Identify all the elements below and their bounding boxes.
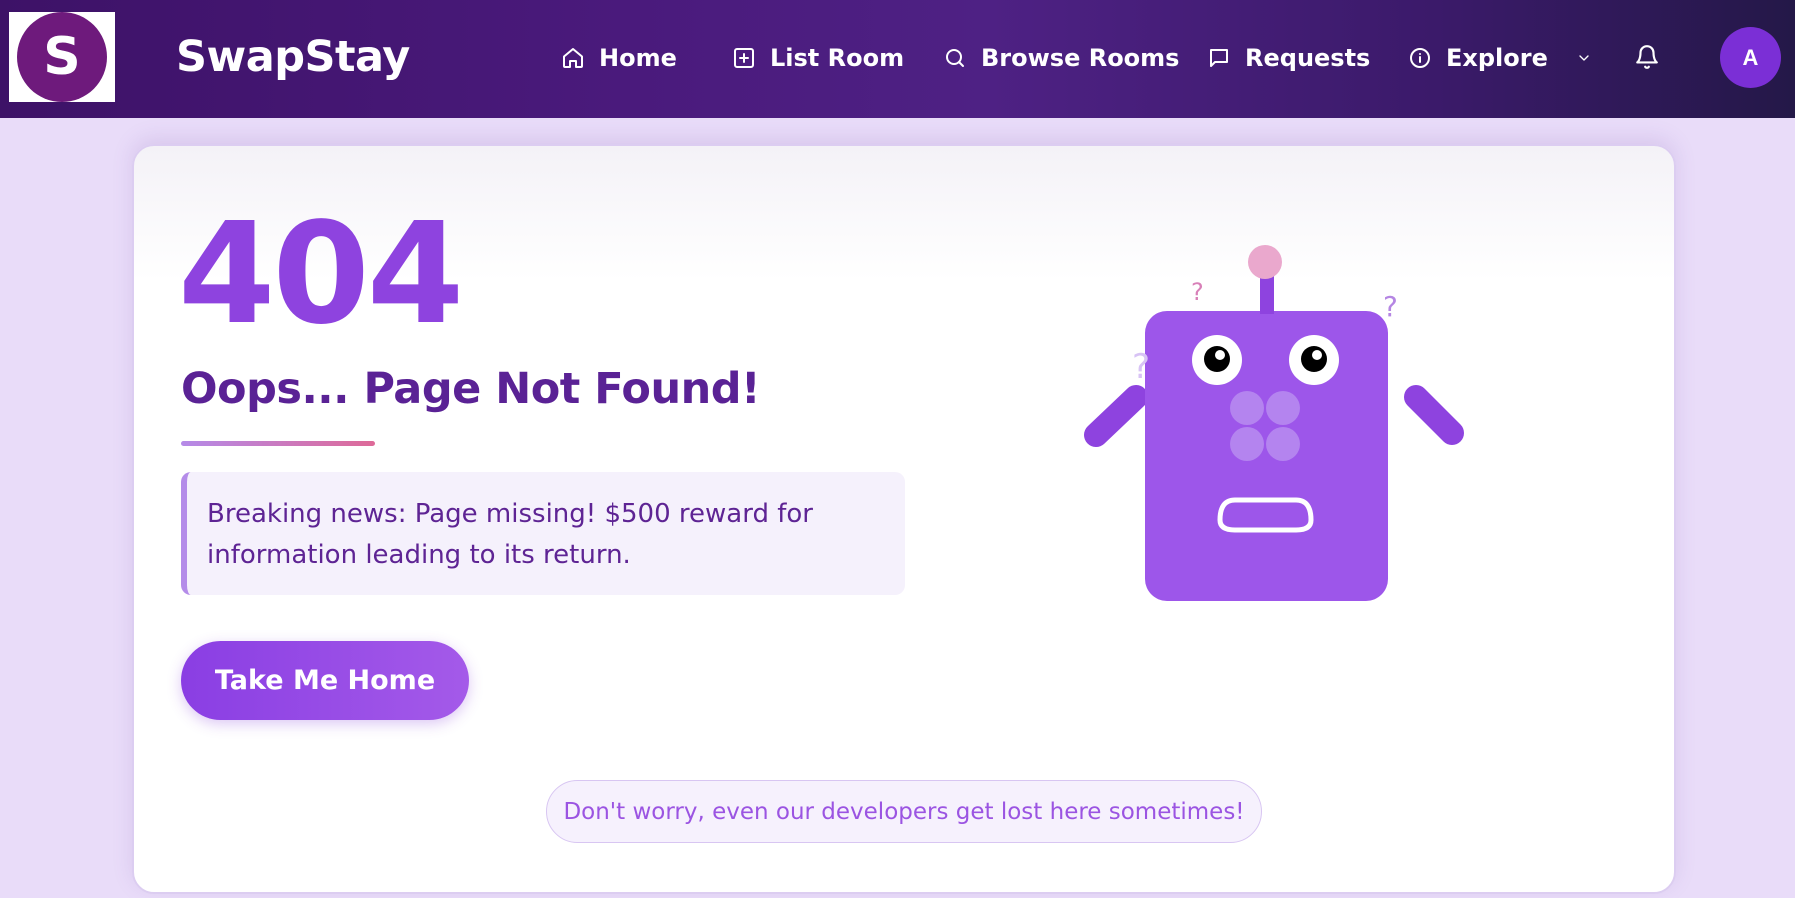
brand-name[interactable]: SwapStay (176, 32, 410, 82)
logo[interactable]: S (9, 12, 115, 102)
robot-illustration: ? ? ? (1050, 230, 1490, 630)
question-mark: ? (1191, 278, 1204, 306)
robot-left-arm (1084, 385, 1148, 447)
robot-nose-dot (1230, 391, 1264, 425)
nav-item-label: List Room (770, 44, 905, 72)
notifications-button[interactable] (1634, 44, 1660, 70)
bell-icon (1636, 45, 1658, 69)
error-message: Breaking news: Page missing! $500 reward… (181, 472, 905, 595)
nav-item-home[interactable]: Home (561, 40, 677, 76)
robot-antenna-tip (1248, 245, 1282, 279)
error-code: 404 (178, 193, 464, 356)
nav-item-label: Explore (1446, 44, 1548, 72)
nav-item-list-room[interactable]: List Room (732, 40, 904, 76)
footer-note: Don't worry, even our developers get los… (546, 780, 1262, 843)
take-me-home-button[interactable]: Take Me Home (181, 641, 469, 720)
logo-circle: S (17, 12, 107, 102)
robot-svg: ? ? ? (1084, 245, 1464, 601)
question-mark: ? (1132, 347, 1150, 387)
nav-item-requests[interactable]: Requests (1207, 40, 1370, 76)
avatar[interactable]: A (1720, 27, 1781, 88)
message-icon (1210, 49, 1228, 67)
nav-item-label: Requests (1245, 44, 1371, 72)
question-mark: ? (1383, 290, 1398, 323)
info-icon (1410, 48, 1430, 68)
chevron-down-icon (1579, 55, 1589, 61)
nav-item-explore[interactable]: Explore (1408, 40, 1592, 76)
plus-square-icon (734, 48, 754, 68)
title-underline (181, 441, 375, 446)
home-icon (563, 48, 583, 68)
nav-item-browse-rooms[interactable]: Browse Rooms (943, 40, 1179, 76)
robot-right-arm (1404, 385, 1464, 445)
nav-item-label: Home (599, 44, 677, 72)
search-icon (946, 49, 964, 67)
nav-item-label: Browse Rooms (981, 44, 1180, 72)
navbar: S SwapStay Home List Room Browse Rooms R… (0, 0, 1795, 118)
robot-body (1145, 311, 1388, 601)
page-title: Oops... Page Not Found! (181, 364, 761, 414)
